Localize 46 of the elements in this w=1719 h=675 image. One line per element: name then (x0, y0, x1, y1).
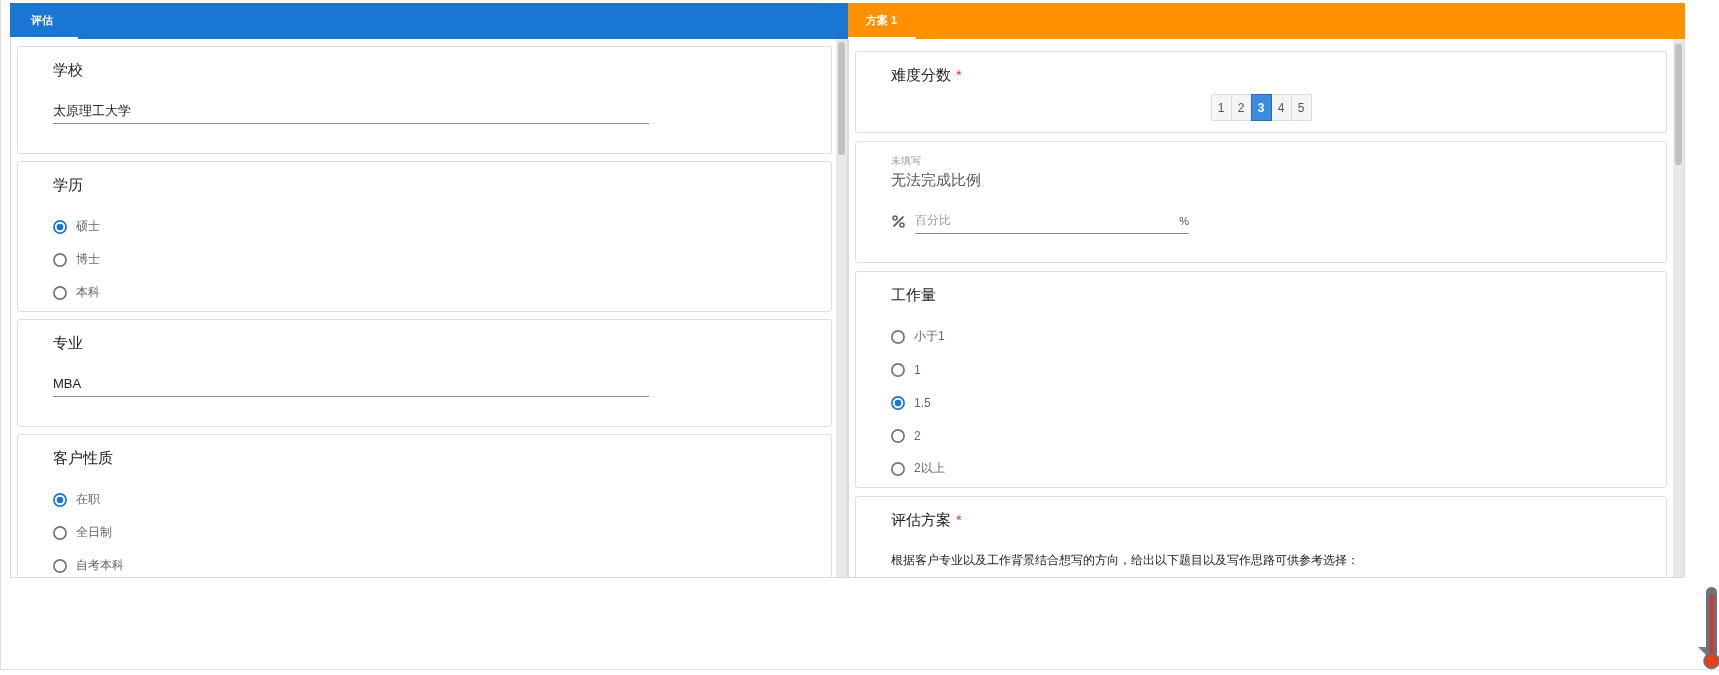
radio-icon[interactable] (891, 428, 905, 443)
radio-icon[interactable] (53, 525, 67, 540)
panel-tab[interactable]: 评估 (10, 3, 78, 39)
question-title: 评估方案 * (891, 510, 963, 530)
rating-option[interactable]: 2 (1230, 94, 1252, 121)
percent-icon (892, 214, 905, 228)
text-field[interactable]: MBA (53, 371, 649, 397)
radio-icon[interactable] (891, 362, 905, 377)
radio-icon[interactable] (891, 395, 905, 410)
rating-option[interactable]: 4 (1270, 94, 1292, 121)
radio-icon[interactable] (53, 219, 67, 234)
radio-option[interactable]: 博士 (53, 243, 100, 276)
question-title: 客户性质 (53, 448, 114, 468)
question-title: 工作量 (891, 285, 937, 305)
question-title: 学历 (53, 175, 84, 195)
status-label: 未填写 (891, 155, 922, 167)
radio-icon[interactable] (53, 492, 67, 507)
rating-option[interactable]: 1 (1210, 94, 1232, 121)
text-field[interactable]: 太原理工大学 (53, 98, 649, 124)
question-description: 根据客户专业以及工作背景结合想写的方向，给出以下题目以及写作思路可供参考选择： (891, 552, 1360, 569)
radio-option[interactable]: 2 (891, 419, 921, 452)
radio-icon[interactable] (53, 558, 67, 573)
scrollbar-thumb[interactable] (838, 42, 845, 155)
rating-option[interactable]: 3 (1250, 94, 1272, 121)
radio-icon[interactable] (891, 461, 905, 476)
radio-icon[interactable] (53, 285, 67, 300)
question-title: 无法完成比例 (891, 170, 982, 190)
radio-icon[interactable] (891, 329, 905, 344)
radio-icon[interactable] (53, 252, 67, 267)
radio-option[interactable]: 本科 (53, 276, 100, 309)
radio-option[interactable]: 小于1 (891, 320, 945, 353)
radio-option[interactable]: 1 (891, 353, 921, 386)
thermometer-icon (1697, 586, 1719, 670)
percent-field[interactable]: 百分比 % (915, 208, 1189, 234)
question-title: 学校 (53, 60, 84, 80)
radio-option[interactable]: 在职 (53, 483, 100, 516)
radio-option[interactable]: 全日制 (53, 516, 112, 549)
radio-option[interactable]: 2以上 (891, 452, 945, 485)
radio-option[interactable]: 硕士 (53, 210, 100, 243)
radio-option[interactable]: 1.5 (891, 386, 931, 419)
unit-suffix: % (1179, 214, 1189, 227)
question-title: 难度分数 * (891, 65, 963, 85)
scrollbar-thumb[interactable] (1675, 44, 1682, 165)
rating-option[interactable]: 5 (1290, 94, 1312, 121)
question-title: 专业 (53, 333, 84, 353)
radio-option[interactable]: 自考本科 (53, 549, 124, 577)
